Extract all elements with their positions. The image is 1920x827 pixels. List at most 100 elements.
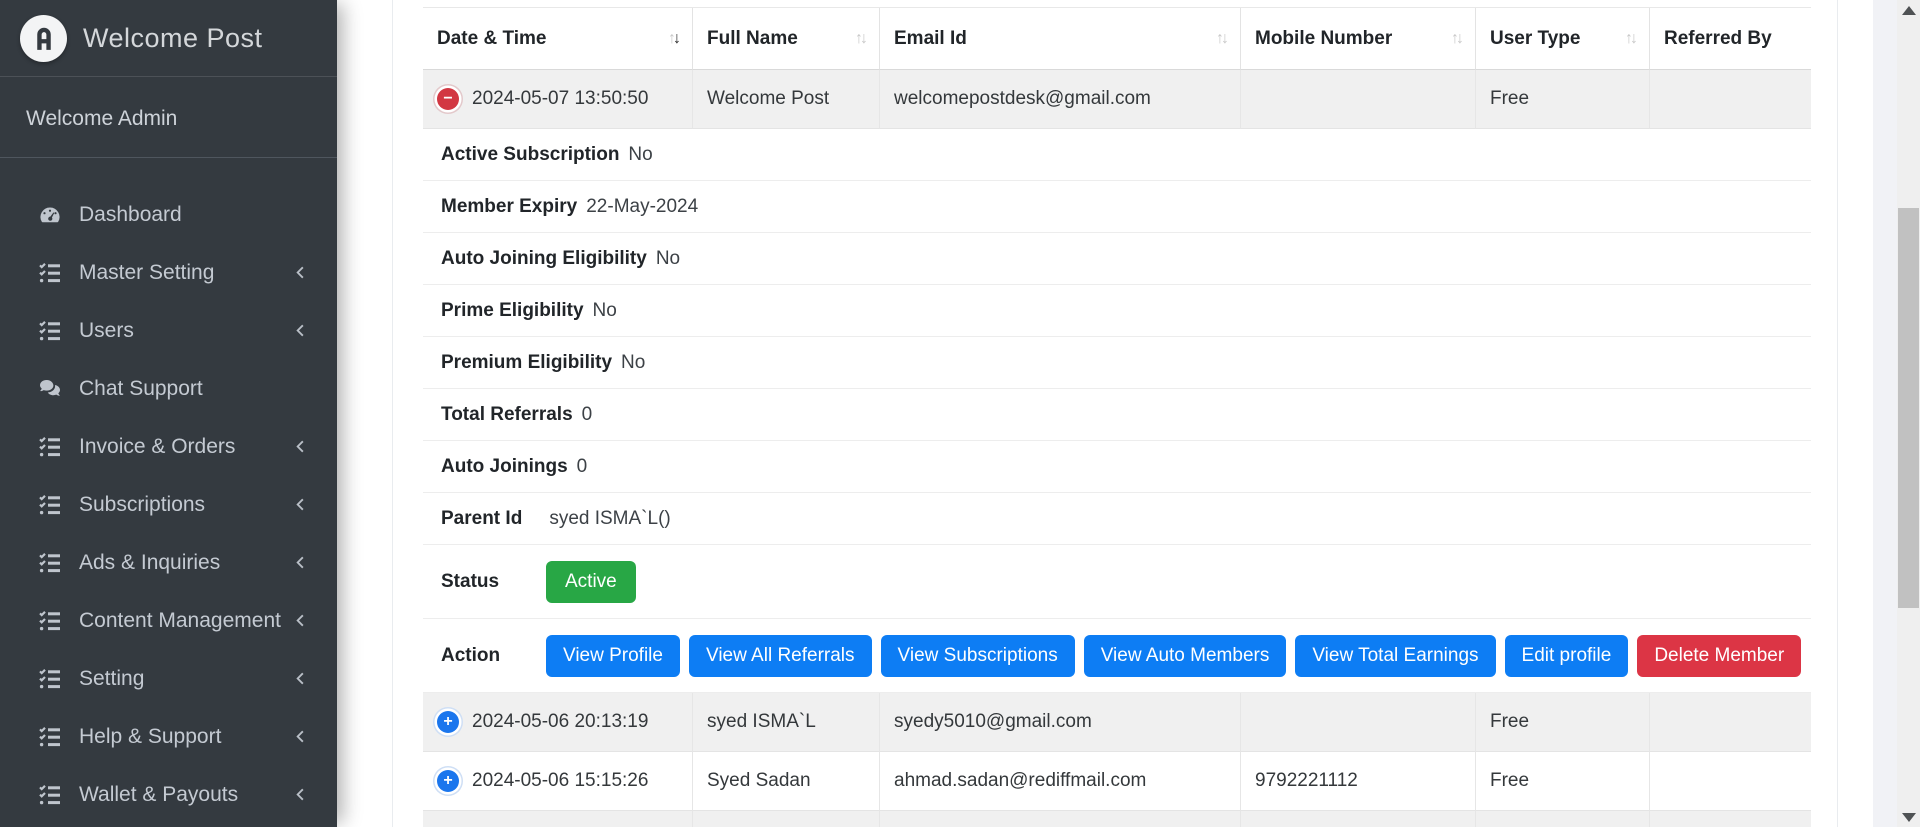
cell-referred-by	[1650, 70, 1811, 129]
expand-row-icon[interactable]: +	[437, 711, 459, 733]
cell-mobile	[1241, 693, 1476, 752]
row-detail-panel: Active Subscription No Member Expiry 22-…	[423, 129, 1811, 693]
cell-full-name: Welcome Post	[693, 70, 880, 129]
chevron-left-icon	[293, 439, 309, 455]
cell-user-type: Free	[1476, 70, 1650, 129]
detail-field-member-expiry: Member Expiry 22-May-2024	[423, 181, 1811, 233]
cell-date-time: + 2024-05-06 15:15:26	[423, 752, 693, 811]
detail-status-row: Status Active	[423, 545, 1811, 619]
sidebar-item-label: Chat Support	[79, 377, 309, 401]
cell-mobile: 9792221112	[1241, 752, 1476, 811]
sidebar-item-label: Wallet & Payouts	[79, 783, 293, 807]
table-row: + 2024-05-06 15:15:26 Syed Sadan ahmad.s…	[423, 752, 1811, 811]
scroll-down-icon[interactable]	[1897, 807, 1920, 827]
chevron-left-icon	[293, 671, 309, 687]
column-header-referred-by[interactable]: Referred By	[1650, 8, 1811, 70]
sidebar-item-label: Master Setting	[79, 261, 293, 285]
table-row: − 2024-05-07 13:50:50 Welcome Post welco…	[423, 70, 1811, 129]
tachometer-icon	[38, 203, 66, 227]
list-check-icon	[38, 493, 66, 517]
list-check-icon	[38, 783, 66, 807]
chevron-left-icon	[293, 613, 309, 629]
column-header-email[interactable]: Email Id ↑↓	[880, 8, 1241, 70]
scroll-up-icon[interactable]	[1897, 0, 1920, 20]
chevron-left-icon	[293, 787, 309, 803]
app-root: Welcome Post Welcome Admin Dashboard Mas…	[0, 0, 1920, 827]
view-auto-members-button[interactable]: View Auto Members	[1084, 635, 1287, 677]
cell-user-type: Free	[1476, 693, 1650, 752]
members-table: Date & Time ↑↓ Full Name ↑↓ Email Id ↑↓ …	[423, 7, 1811, 827]
sidebar-item-label: Dashboard	[79, 203, 309, 227]
user-panel: Welcome Admin	[0, 77, 337, 158]
cell-email: syedy5010@gmail.com	[880, 693, 1241, 752]
sort-icon: ↑↓	[855, 26, 865, 51]
sidebar: Welcome Post Welcome Admin Dashboard Mas…	[0, 0, 337, 827]
cell-user-type: Free	[1476, 752, 1650, 811]
sidebar-item-label: Subscriptions	[79, 493, 293, 517]
view-subscriptions-button[interactable]: View Subscriptions	[881, 635, 1075, 677]
cell-email: ahmad.sadan@rediffmail.com	[880, 752, 1241, 811]
table-header-row: Date & Time ↑↓ Full Name ↑↓ Email Id ↑↓ …	[423, 8, 1811, 70]
column-header-date-time[interactable]: Date & Time ↑↓	[423, 8, 693, 70]
comments-icon	[38, 377, 66, 401]
sidebar-item-users[interactable]: Users	[0, 302, 337, 360]
brand[interactable]: Welcome Post	[0, 0, 337, 77]
chevron-left-icon	[293, 265, 309, 281]
detail-field-auto-joinings: Auto Joinings 0	[423, 441, 1811, 493]
cell-date-time: − 2024-05-07 13:50:50	[423, 70, 693, 129]
list-check-icon	[38, 725, 66, 749]
sidebar-item-content-management[interactable]: Content Management	[0, 592, 337, 650]
sidebar-item-setting[interactable]: Setting	[0, 650, 337, 708]
brand-logo-icon	[20, 15, 67, 62]
sort-icon: ↑↓	[1625, 26, 1635, 51]
sidebar-item-invoice-orders[interactable]: Invoice & Orders	[0, 418, 337, 476]
brand-name: Welcome Post	[83, 23, 263, 54]
list-check-icon	[38, 319, 66, 343]
column-header-mobile[interactable]: Mobile Number ↑↓	[1241, 8, 1476, 70]
detail-field-active-subscription: Active Subscription No	[423, 129, 1811, 181]
detail-field-auto-joining-eligibility: Auto Joining Eligibility No	[423, 233, 1811, 285]
sort-icon: ↑↓	[668, 26, 678, 51]
sort-icon: ↑↓	[1216, 26, 1226, 51]
status-badge: Active	[546, 561, 636, 603]
sidebar-item-label: Setting	[79, 667, 293, 691]
cell-mobile	[1241, 70, 1476, 129]
list-check-icon	[38, 609, 66, 633]
sidebar-item-ads-inquiries[interactable]: Ads & Inquiries	[0, 534, 337, 592]
sidebar-item-wallet-payouts[interactable]: Wallet & Payouts	[0, 766, 337, 824]
members-table-card: Date & Time ↑↓ Full Name ↑↓ Email Id ↑↓ …	[392, 0, 1838, 827]
vertical-scrollbar[interactable]	[1897, 0, 1920, 827]
sidebar-item-help-support[interactable]: Help & Support	[0, 708, 337, 766]
sidebar-item-chat-support[interactable]: Chat Support	[0, 360, 337, 418]
view-all-referrals-button[interactable]: View All Referrals	[689, 635, 872, 677]
sidebar-item-label: Invoice & Orders	[79, 435, 293, 459]
view-profile-button[interactable]: View Profile	[546, 635, 680, 677]
collapse-row-icon[interactable]: −	[437, 88, 459, 110]
sidebar-item-master-setting[interactable]: Master Setting	[0, 244, 337, 302]
detail-field-premium-eligibility: Premium Eligibility No	[423, 337, 1811, 389]
chevron-left-icon	[293, 323, 309, 339]
sidebar-nav: Dashboard Master Setting Users	[0, 158, 337, 824]
list-check-icon	[38, 667, 66, 691]
view-total-earnings-button[interactable]: View Total Earnings	[1295, 635, 1495, 677]
scrollbar-thumb[interactable]	[1898, 208, 1919, 608]
table-row-partial	[423, 811, 1811, 827]
expand-row-icon[interactable]: +	[437, 770, 459, 792]
column-header-full-name[interactable]: Full Name ↑↓	[693, 8, 880, 70]
table-row: + 2024-05-06 20:13:19 syed ISMA`L syedy5…	[423, 693, 1811, 752]
cell-email: welcomepostdesk@gmail.com	[880, 70, 1241, 129]
column-header-user-type[interactable]: User Type ↑↓	[1476, 8, 1650, 70]
cell-referred-by	[1650, 693, 1811, 752]
list-check-icon	[38, 261, 66, 285]
sidebar-item-subscriptions[interactable]: Subscriptions	[0, 476, 337, 534]
chevron-left-icon	[293, 497, 309, 513]
sidebar-item-dashboard[interactable]: Dashboard	[0, 186, 337, 244]
sort-icon: ↑↓	[1451, 26, 1461, 51]
detail-field-prime-eligibility: Prime Eligibility No	[423, 285, 1811, 337]
delete-member-button[interactable]: Delete Member	[1637, 635, 1801, 677]
sidebar-item-label: Content Management	[79, 609, 293, 633]
sidebar-item-label: Ads & Inquiries	[79, 551, 293, 575]
edit-profile-button[interactable]: Edit profile	[1505, 635, 1629, 677]
sidebar-item-label: Users	[79, 319, 293, 343]
cell-full-name: Syed Sadan	[693, 752, 880, 811]
